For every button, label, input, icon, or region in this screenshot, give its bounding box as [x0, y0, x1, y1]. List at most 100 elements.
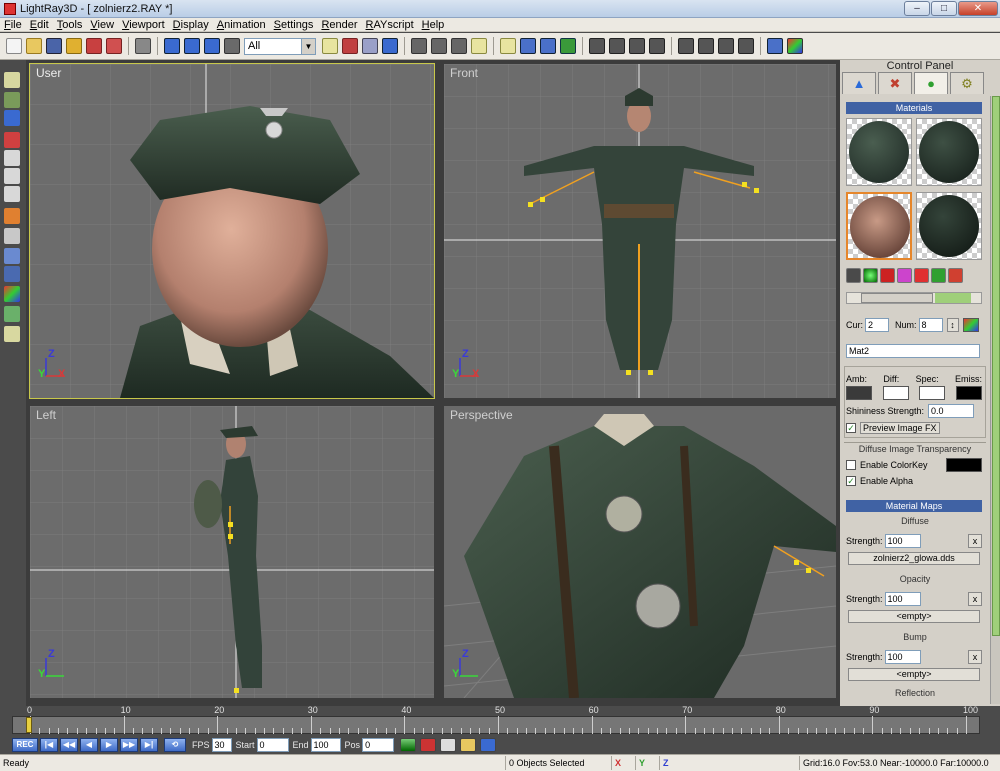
material-slot-selected[interactable]: [846, 192, 912, 260]
tab-materials[interactable]: ●: [914, 72, 948, 94]
flat-shade-icon[interactable]: [4, 248, 20, 264]
keyframe-settings-icon[interactable]: [480, 738, 497, 752]
viewport-perspective[interactable]: Perspective Z Y: [444, 406, 836, 698]
menu-display[interactable]: Display: [171, 18, 215, 32]
close-file-icon[interactable]: [106, 38, 122, 54]
end-input[interactable]: 100: [310, 738, 341, 752]
material-hscroll-thumb[interactable]: [861, 293, 933, 303]
pan-view-icon[interactable]: [4, 92, 20, 108]
shininess-input[interactable]: 0.0: [928, 404, 975, 418]
material-apply-icon[interactable]: [931, 268, 946, 283]
zoom-icon[interactable]: [4, 110, 20, 126]
menu-view[interactable]: View: [88, 18, 120, 32]
mirror-icon[interactable]: [629, 38, 645, 54]
bump-strength-input[interactable]: 100: [884, 650, 921, 664]
material-slot[interactable]: [916, 192, 982, 260]
grid-icon[interactable]: [698, 38, 714, 54]
link-icon[interactable]: [589, 38, 605, 54]
record-button[interactable]: REC: [12, 738, 38, 752]
selection-list-icon[interactable]: [224, 38, 240, 54]
maximize-button[interactable]: □: [931, 1, 957, 16]
go-to-end-icon[interactable]: ▶|: [140, 738, 158, 752]
bump-map-file-button[interactable]: <empty>: [848, 668, 980, 681]
diffuse-map-file-button[interactable]: zolnierz2_glowa.dds: [848, 552, 980, 565]
menu-animation[interactable]: Animation: [215, 18, 272, 32]
fast-forward-icon[interactable]: ▶▶: [120, 738, 138, 752]
color-picker-icon[interactable]: [962, 318, 979, 332]
export-icon[interactable]: [86, 38, 102, 54]
loop-icon[interactable]: ⟲: [164, 738, 186, 752]
layout-icon[interactable]: [4, 186, 20, 202]
menu-render[interactable]: Render: [319, 18, 363, 32]
align-icon[interactable]: [678, 38, 694, 54]
tab-tools[interactable]: ✖: [878, 72, 912, 94]
zoom-region-icon[interactable]: [4, 132, 20, 148]
start-input[interactable]: 0: [256, 738, 289, 752]
material-flat-icon[interactable]: [846, 268, 861, 283]
copy-key-icon[interactable]: [440, 738, 457, 752]
go-to-start-icon[interactable]: |◀: [40, 738, 58, 752]
ambient-color-swatch[interactable]: [846, 386, 872, 400]
wireframe-icon[interactable]: [4, 228, 20, 244]
paste-key-icon[interactable]: [460, 738, 477, 752]
import-icon[interactable]: [66, 38, 82, 54]
material-slot[interactable]: [846, 118, 912, 186]
menu-tools[interactable]: Tools: [55, 18, 89, 32]
merge-icon[interactable]: [540, 38, 556, 54]
scale-icon[interactable]: [451, 38, 467, 54]
material-remove-icon[interactable]: [948, 268, 963, 283]
cur-input[interactable]: 2: [865, 318, 890, 332]
status-axis-z[interactable]: Z: [660, 756, 800, 770]
weld-icon[interactable]: [500, 38, 516, 54]
lit-shade-icon[interactable]: [4, 306, 20, 322]
material-sphere-icon[interactable]: [863, 268, 878, 283]
color-wheel-icon[interactable]: [787, 38, 803, 54]
rewind-icon[interactable]: ◀◀: [60, 738, 78, 752]
material-cube-icon[interactable]: [880, 268, 895, 283]
viewport-front[interactable]: Front Z Y X: [444, 64, 836, 398]
texture-icon[interactable]: [4, 208, 20, 224]
pos-input[interactable]: 0: [362, 738, 395, 752]
num-input[interactable]: 8: [918, 318, 943, 332]
unlink-icon[interactable]: [609, 38, 625, 54]
timeline-playhead[interactable]: [26, 717, 32, 733]
select-point-icon[interactable]: [164, 38, 180, 54]
smooth-shade-icon[interactable]: [4, 266, 20, 282]
material-delete-icon[interactable]: [914, 268, 929, 283]
viewport-left[interactable]: Left Z Y: [30, 406, 434, 698]
new-file-icon[interactable]: [6, 38, 22, 54]
tab-settings[interactable]: ⚙: [950, 72, 984, 94]
emissive-color-swatch[interactable]: [955, 386, 982, 400]
panel-scrollbar-thumb[interactable]: [992, 96, 1000, 636]
select-object-icon[interactable]: [204, 38, 220, 54]
center-icon[interactable]: [718, 38, 734, 54]
bones-icon[interactable]: [649, 38, 665, 54]
menu-settings[interactable]: Settings: [272, 18, 320, 32]
menu-help[interactable]: Help: [420, 18, 451, 32]
status-axis-x[interactable]: X: [612, 756, 636, 770]
diffuse-strength-input[interactable]: 100: [884, 534, 921, 548]
bump-clear-button[interactable]: x: [968, 650, 982, 664]
specular-color-swatch[interactable]: [919, 386, 946, 400]
fps-input[interactable]: 30: [211, 738, 232, 752]
color-shade-icon[interactable]: [4, 286, 20, 302]
camera-icon[interactable]: [4, 168, 20, 184]
menu-edit[interactable]: Edit: [28, 18, 55, 32]
add-key-icon[interactable]: [400, 738, 417, 752]
zoom-extents-icon[interactable]: [4, 150, 20, 166]
material-name-input[interactable]: Mat2: [846, 344, 980, 358]
opacity-clear-button[interactable]: x: [968, 592, 982, 606]
viewport-user[interactable]: User Z Y X: [29, 63, 435, 399]
panel-scrollbar[interactable]: [990, 96, 1000, 704]
rotate-icon[interactable]: [431, 38, 447, 54]
menu-file[interactable]: File: [2, 18, 28, 32]
spinner-icon[interactable]: ↕: [946, 318, 959, 332]
diffuse-clear-button[interactable]: x: [968, 534, 982, 548]
rect-select-icon[interactable]: [322, 38, 338, 54]
play-icon[interactable]: ▶: [100, 738, 118, 752]
light-bulb-icon[interactable]: [4, 326, 20, 342]
brush-select-icon[interactable]: [362, 38, 378, 54]
material-hscroll[interactable]: [846, 292, 982, 304]
split-icon[interactable]: [520, 38, 536, 54]
close-button[interactable]: ✕: [958, 1, 998, 16]
